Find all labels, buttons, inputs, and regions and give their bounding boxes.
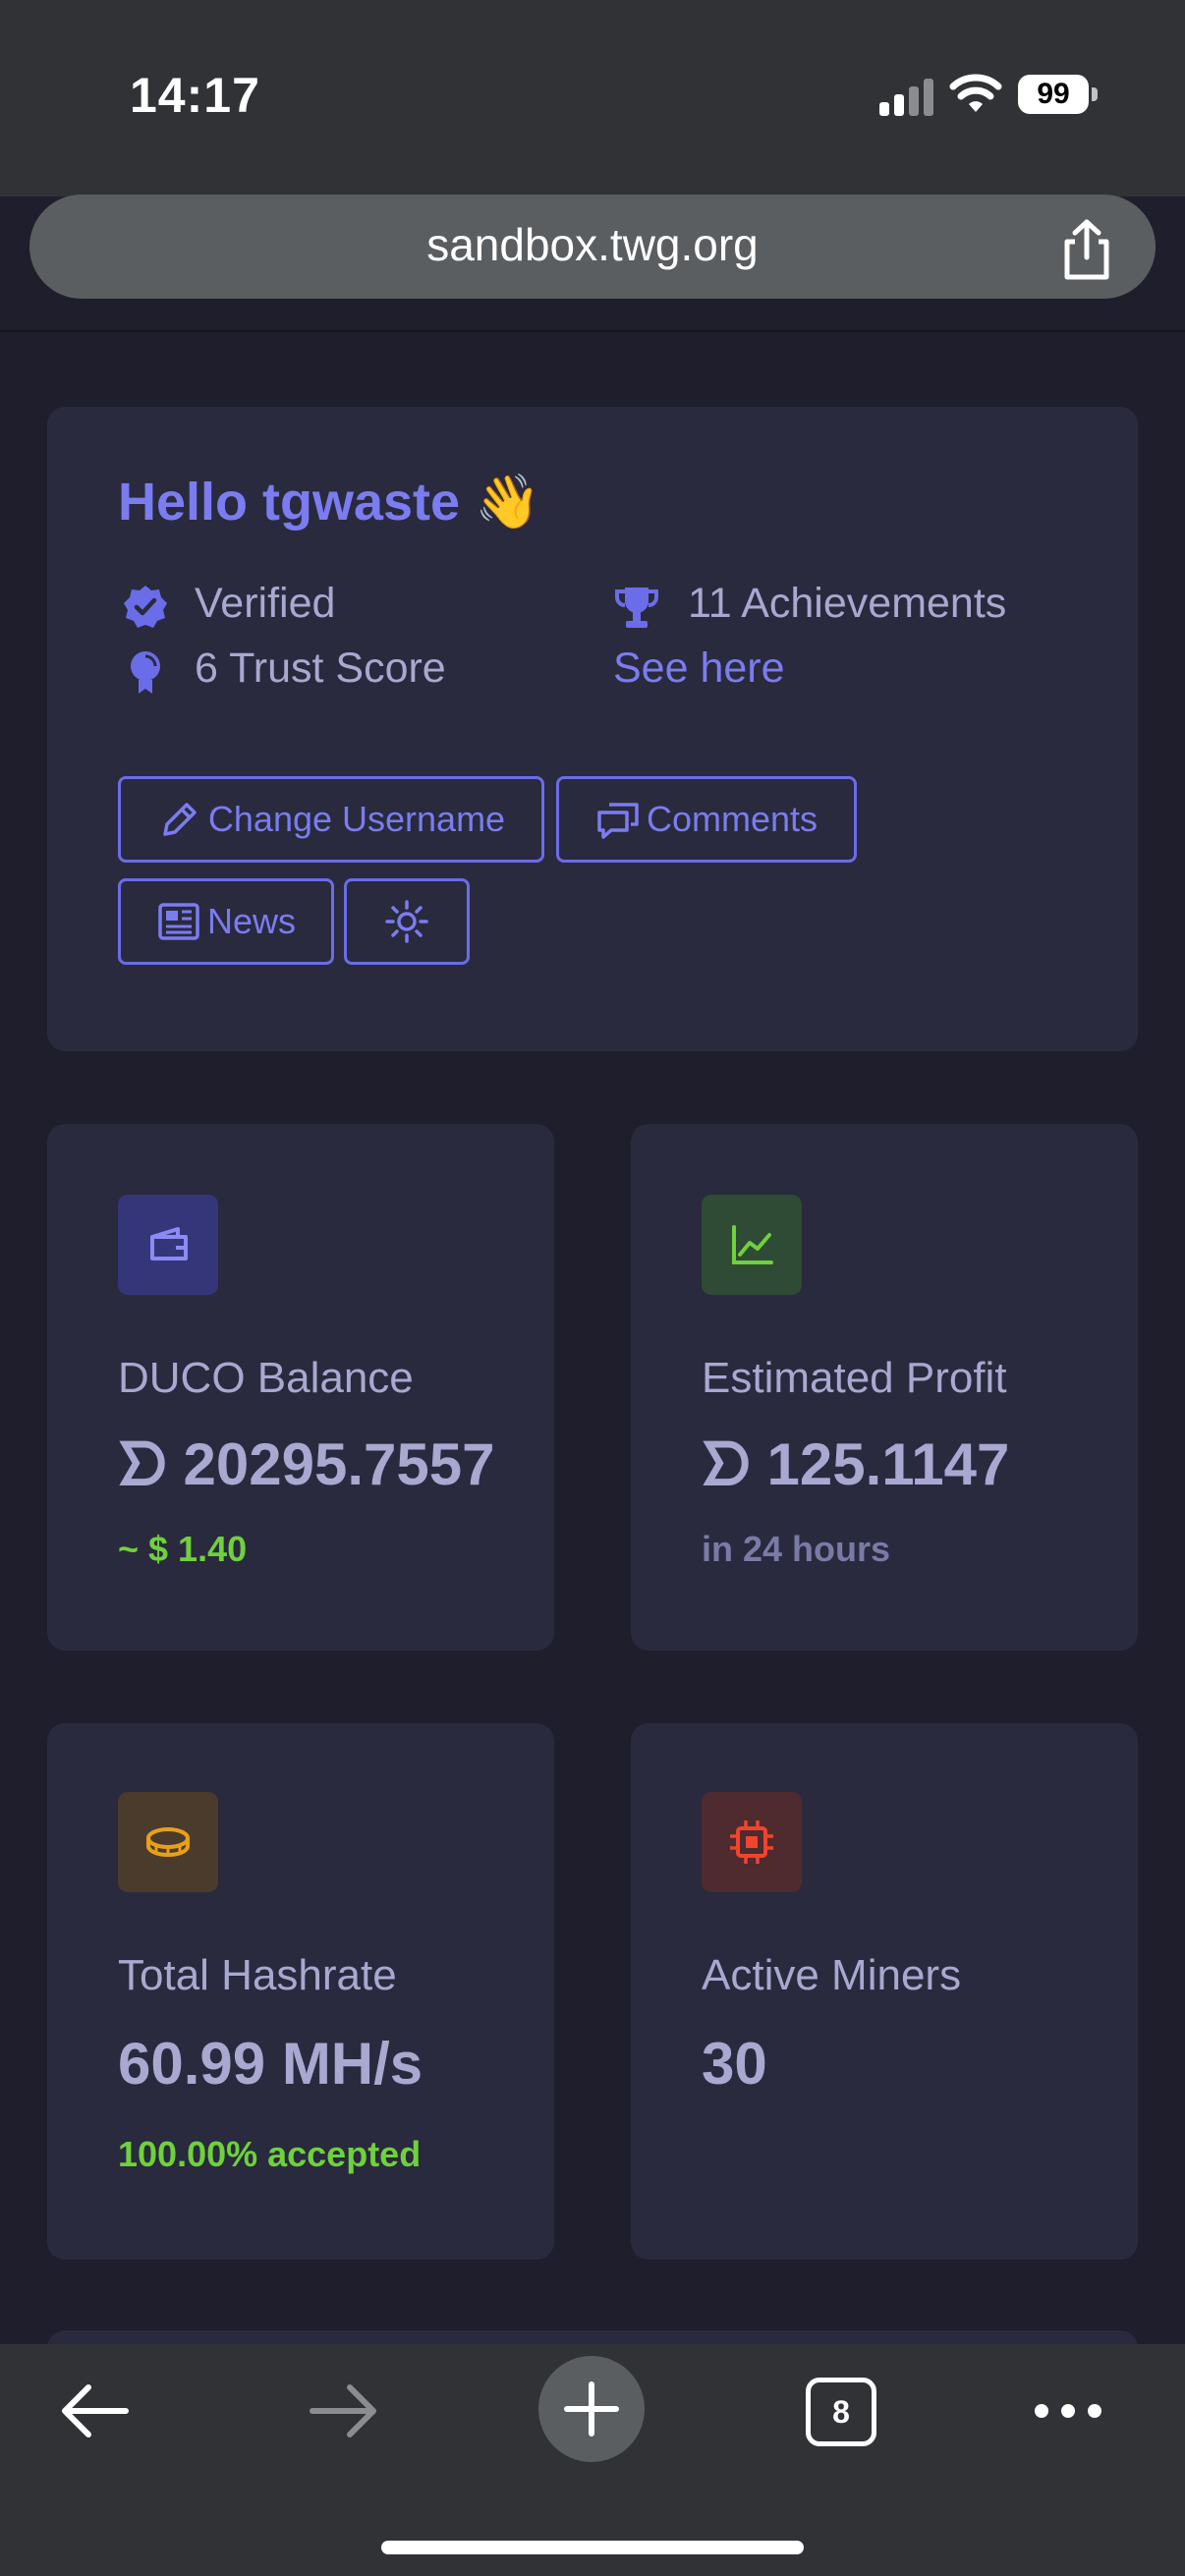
home-indicator: [381, 2541, 804, 2554]
wallet-icon: [150, 1227, 188, 1260]
miners-label: Active Miners: [702, 1951, 962, 1999]
battery-tip: [1092, 87, 1098, 101]
chart-line-icon: [732, 1225, 773, 1264]
wave-emoji: 👋: [475, 473, 541, 532]
more-icon[interactable]: [1034, 2401, 1102, 2421]
profit-label: Estimated Profit: [702, 1354, 1007, 1402]
cellular-signal-icon: [879, 79, 933, 116]
balance-usd: ~ $ 1.40: [118, 1529, 248, 1569]
profit-icon-box: [702, 1195, 802, 1295]
new-tab-button[interactable]: [538, 2356, 645, 2462]
profit-value: ᗤ 125.1147: [702, 1431, 1010, 1497]
balance-icon-box: [118, 1195, 218, 1295]
change-username-button[interactable]: Change Username: [118, 776, 544, 863]
greeting-heading: Hello tgwaste 👋: [118, 472, 540, 533]
trust-score-label: 6 Trust Score: [195, 644, 446, 692]
chrome-divider: [0, 330, 1185, 332]
news-button[interactable]: News: [118, 878, 334, 965]
url-text[interactable]: sandbox.twg.org: [29, 218, 1156, 271]
status-time: 14:17: [130, 68, 260, 123]
comments-label: Comments: [646, 799, 818, 839]
trophy-icon: [615, 588, 658, 628]
pencil-icon: [163, 803, 197, 836]
trust-score-icon: [131, 651, 160, 694]
comments-button[interactable]: Comments: [556, 776, 857, 863]
sun-icon: [385, 900, 428, 943]
battery-level: 99: [1018, 75, 1089, 114]
balance-label: DUCO Balance: [118, 1354, 414, 1402]
hashrate-icon-box: [118, 1792, 218, 1892]
balance-value: ᗤ 20295.7557: [118, 1431, 495, 1497]
hashrate-label: Total Hashrate: [118, 1951, 397, 1999]
achievements-label: 11 Achievements: [688, 580, 1007, 627]
share-icon[interactable]: [1053, 218, 1120, 281]
address-bar[interactable]: sandbox.twg.org: [29, 195, 1156, 299]
battery-indicator: 99: [1018, 75, 1099, 114]
theme-toggle-button[interactable]: [344, 878, 470, 965]
tabs-button[interactable]: 8: [806, 2378, 876, 2446]
plus-icon: [564, 2381, 619, 2436]
verified-label: Verified: [195, 580, 336, 627]
hashrate-value: 60.99 MH/s: [118, 2031, 423, 2097]
cpu-icon: [730, 1820, 773, 1864]
miners-value: 30: [702, 2031, 767, 2097]
change-username-label: Change Username: [207, 799, 506, 839]
forward-arrow-icon[interactable]: [307, 2381, 381, 2440]
see-here-link[interactable]: See here: [613, 644, 785, 693]
back-arrow-icon[interactable]: [57, 2381, 132, 2440]
news-label: News: [206, 901, 297, 941]
news-icon: [158, 903, 199, 940]
hashrate-accepted: 100.00% accepted: [118, 2134, 422, 2174]
coin-icon: [146, 1827, 190, 1857]
verified-badge-icon: [124, 586, 167, 628]
wifi-icon: [949, 74, 1002, 112]
greeting-text: Hello tgwaste: [118, 473, 461, 532]
comments-icon: [597, 803, 639, 839]
profit-period: in 24 hours: [702, 1529, 891, 1569]
miners-icon-box: [702, 1792, 802, 1892]
